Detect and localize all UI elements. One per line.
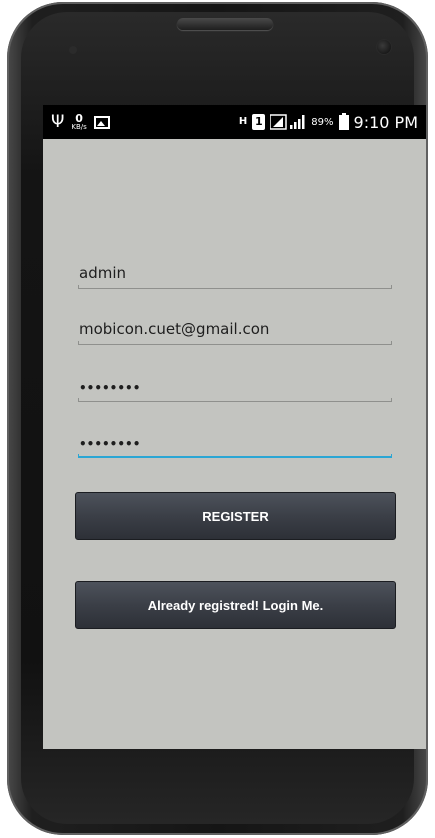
- confirm-password-value: ••••••••: [79, 437, 141, 451]
- status-bar-right: H 1 89% 9:10 PM: [238, 112, 418, 132]
- username-value: admin: [79, 264, 126, 282]
- status-bar-left: Ψ 0 KB/s: [51, 113, 110, 131]
- phone-frame: Ψ 0 KB/s H 1 89% 9:10 PM admin mobicon.c…: [7, 2, 428, 835]
- confirm-password-field[interactable]: ••••••••: [78, 431, 392, 458]
- username-underline: [78, 285, 392, 289]
- register-button[interactable]: REGISTER: [75, 492, 396, 540]
- password-underline: [78, 398, 392, 402]
- image-icon: [93, 115, 110, 129]
- h-network-icon: H: [238, 116, 248, 127]
- email-field[interactable]: mobicon.cuet@gmail.con: [78, 318, 392, 345]
- battery-charging-icon: [338, 112, 349, 130]
- front-camera: [377, 40, 391, 54]
- battery-percent: 89%: [311, 116, 334, 128]
- password-value: ••••••••: [79, 381, 141, 395]
- usb-icon: Ψ: [51, 111, 65, 132]
- earpiece-speaker: [177, 18, 273, 30]
- proximity-sensor: [69, 46, 77, 54]
- net-speed: 0 KB/s: [71, 113, 86, 131]
- signal-icon: [270, 114, 306, 130]
- email-underline: [78, 341, 392, 345]
- sim-icon: 1: [252, 114, 266, 130]
- username-field[interactable]: admin: [78, 262, 392, 289]
- status-time: 9:10 PM: [353, 112, 418, 132]
- login-button[interactable]: Already registred! Login Me.: [75, 581, 396, 629]
- net-speed-unit: KB/s: [71, 123, 87, 131]
- confirm-password-underline: [78, 454, 392, 458]
- password-field[interactable]: ••••••••: [78, 375, 392, 402]
- app-screen: Ψ 0 KB/s H 1 89% 9:10 PM admin mobicon.c…: [43, 105, 426, 749]
- status-bar: Ψ 0 KB/s H 1 89% 9:10 PM: [43, 105, 426, 139]
- email-value: mobicon.cuet@gmail.con: [79, 320, 270, 338]
